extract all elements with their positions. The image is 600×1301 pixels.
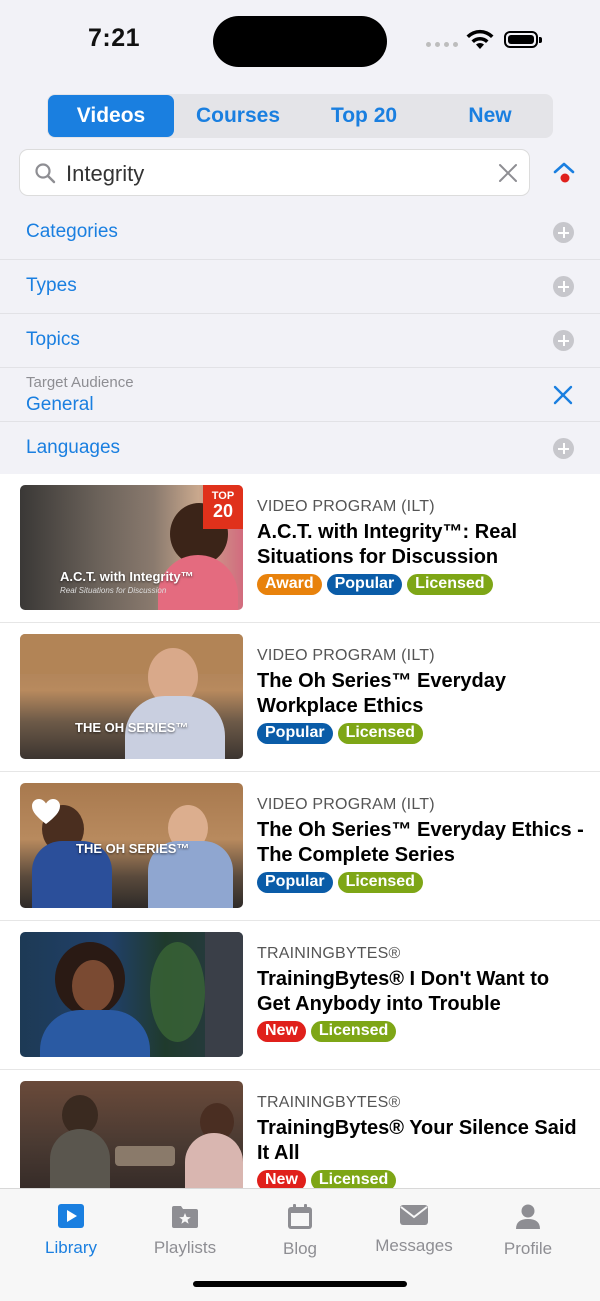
- item-badges: New Licensed: [257, 1170, 397, 1188]
- thumbnail-title: THE OH SERIES™: [75, 720, 189, 735]
- badge-licensed: Licensed: [337, 723, 423, 744]
- item-category: TRAININGBYTES®: [257, 945, 401, 962]
- collapse-filters-icon[interactable]: [552, 160, 578, 186]
- add-circle-icon[interactable]: [553, 276, 574, 297]
- video-thumbnail: THE OH SERIES™: [20, 634, 243, 759]
- segment-videos[interactable]: Videos: [48, 95, 174, 137]
- profile-person-icon: [516, 1204, 540, 1229]
- badge-award: Award: [257, 574, 322, 595]
- list-item[interactable]: A.C.T. with Integrity™ Real Situations f…: [0, 474, 600, 623]
- cellular-signal-icon: [426, 42, 458, 47]
- item-badges: Award Popular Licensed: [257, 574, 493, 595]
- status-bar: 7:21: [0, 0, 600, 84]
- item-title: The Oh Series™ Everyday Ethics - The Com…: [257, 819, 584, 866]
- video-thumbnail: THE OH SERIES™: [20, 783, 243, 908]
- tab-profile[interactable]: Profile: [478, 1203, 578, 1259]
- video-list[interactable]: A.C.T. with Integrity™ Real Situations f…: [0, 474, 600, 1188]
- item-title: TrainingBytes® Your Silence Said It All: [257, 1117, 577, 1164]
- badge-licensed: Licensed: [310, 1021, 397, 1042]
- remove-filter-icon[interactable]: [552, 384, 574, 406]
- thumbnail-title: THE OH SERIES™: [76, 841, 190, 856]
- list-item[interactable]: TRAININGBYTES® TrainingBytes® I Don't Wa…: [0, 921, 600, 1070]
- item-category: VIDEO PROGRAM (ILT): [257, 498, 435, 515]
- video-thumbnail: A.C.T. with Integrity™ Real Situations f…: [20, 485, 243, 610]
- filter-languages-label: Languages: [26, 437, 121, 458]
- video-thumbnail: [20, 932, 243, 1057]
- search-icon: [35, 163, 56, 184]
- add-circle-icon[interactable]: [553, 330, 574, 351]
- list-item[interactable]: THE OH SERIES™ VIDEO PROGRAM (ILT) The O…: [0, 772, 600, 921]
- tab-messages-label: Messages: [375, 1236, 453, 1255]
- item-category: VIDEO PROGRAM (ILT): [257, 796, 435, 813]
- item-badges: Popular Licensed: [257, 723, 423, 744]
- search-input[interactable]: [64, 159, 488, 189]
- library-play-icon: [58, 1204, 84, 1228]
- badge-popular: Popular: [257, 723, 333, 744]
- badge-licensed: Licensed: [310, 1170, 397, 1188]
- tab-library[interactable]: Library: [21, 1203, 121, 1258]
- list-item[interactable]: TRAININGBYTES® TrainingBytes® Your Silen…: [0, 1070, 600, 1188]
- list-item[interactable]: THE OH SERIES™ VIDEO PROGRAM (ILT) The O…: [0, 623, 600, 772]
- add-circle-icon[interactable]: [553, 222, 574, 243]
- ribbon-number: 20: [212, 501, 234, 521]
- badge-new: New: [257, 1021, 306, 1042]
- playlists-folder-star-icon: [172, 1206, 198, 1228]
- badge-licensed: Licensed: [337, 872, 423, 893]
- filter-types[interactable]: Types: [0, 260, 600, 314]
- top-20-ribbon: TOP 20: [203, 485, 243, 529]
- item-title: TrainingBytes® I Don't Want to Get Anybo…: [257, 968, 550, 1015]
- wifi-icon: [466, 29, 494, 49]
- tab-playlists-label: Playlists: [153, 1238, 217, 1257]
- item-badges: Popular Licensed: [257, 872, 423, 893]
- badge-popular: Popular: [326, 574, 403, 595]
- segment-new[interactable]: New: [427, 94, 553, 138]
- favorite-heart-icon[interactable]: [31, 798, 61, 826]
- item-badges: New Licensed: [257, 1021, 397, 1042]
- blog-calendar-icon: [288, 1204, 312, 1229]
- status-time: 7:21: [88, 24, 141, 52]
- dynamic-island: [213, 16, 387, 67]
- item-title: The Oh Series™ Everyday Workplace Ethics: [257, 670, 507, 717]
- tab-messages[interactable]: Messages: [364, 1203, 464, 1256]
- thumbnail-subtitle: Real Situations for Discussion: [60, 586, 167, 595]
- video-thumbnail: [20, 1081, 243, 1188]
- badge-new: New: [257, 1170, 306, 1188]
- item-title: A.C.T. with Integrity™: Real Situations …: [257, 521, 518, 568]
- tab-playlists[interactable]: Playlists: [135, 1203, 235, 1258]
- filter-categories-label: Categories: [26, 221, 118, 242]
- badge-licensed: Licensed: [407, 574, 493, 595]
- tab-library-label: Library: [45, 1238, 97, 1257]
- badge-popular: Popular: [257, 872, 333, 893]
- segment-top-20[interactable]: Top 20: [301, 94, 427, 138]
- tab-blog[interactable]: Blog: [250, 1203, 350, 1259]
- filter-target-audience[interactable]: Target Audience General: [0, 368, 600, 422]
- segment-courses[interactable]: Courses: [175, 94, 301, 138]
- messages-envelope-icon: [400, 1205, 428, 1225]
- home-indicator: [193, 1281, 407, 1287]
- tab-blog-label: Blog: [282, 1239, 318, 1258]
- add-circle-icon[interactable]: [553, 438, 574, 459]
- search-bar: [19, 149, 530, 196]
- filter-audience-value: General: [26, 394, 94, 415]
- filter-categories[interactable]: Categories: [0, 206, 600, 260]
- filter-topics[interactable]: Topics: [0, 314, 600, 368]
- battery-icon: [504, 31, 542, 48]
- filter-audience-caption: Target Audience: [26, 374, 134, 391]
- tab-profile-label: Profile: [503, 1239, 553, 1258]
- filter-languages[interactable]: Languages: [0, 422, 600, 476]
- filter-topics-label: Topics: [26, 329, 80, 350]
- item-category: VIDEO PROGRAM (ILT): [257, 647, 435, 664]
- filter-types-label: Types: [26, 275, 77, 296]
- filter-list: Categories Types Topics Target Audience …: [0, 206, 600, 476]
- content-type-segmented-control: Videos Courses Top 20 New: [47, 94, 553, 138]
- thumbnail-title: A.C.T. with Integrity™: [60, 569, 194, 584]
- item-category: TRAININGBYTES®: [257, 1094, 401, 1111]
- clear-search-icon[interactable]: [498, 163, 518, 183]
